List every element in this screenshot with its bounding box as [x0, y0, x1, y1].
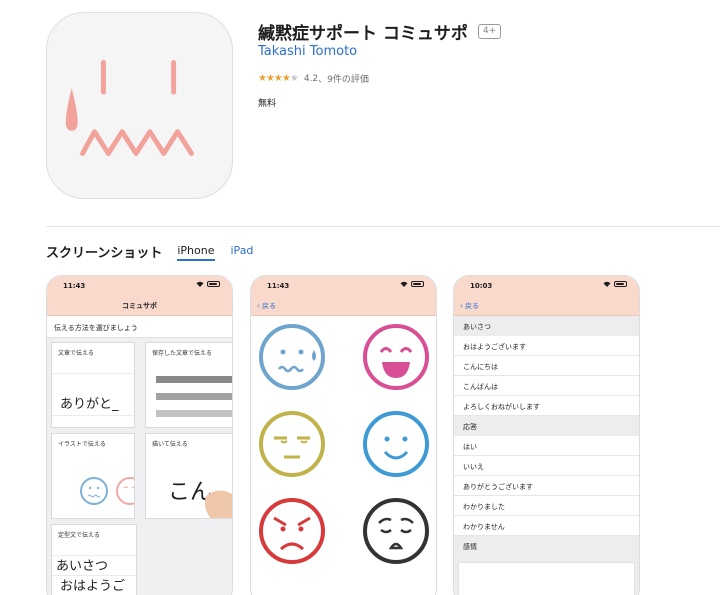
list-item[interactable]: いいえ: [454, 456, 639, 476]
status-bar: 10:03: [454, 276, 639, 296]
screenshot-3[interactable]: 10:03 ‹ 戻る あいさつ おはようございます こんにちは こんばんは よろ…: [453, 275, 640, 595]
phrase-list: あいさつ おはようございます こんにちは こんばんは よろしくおねがいします 応…: [454, 316, 639, 595]
status-icons: [400, 281, 424, 287]
tile-rule: [52, 415, 134, 416]
partial-face-icon[interactable]: [257, 584, 327, 595]
battery-icon: [411, 281, 424, 287]
laughing-face-icon[interactable]: [361, 322, 431, 392]
drawing-tile[interactable]: 描いて伝える こん: [145, 433, 232, 519]
nav-bar: コミュサポ: [47, 296, 232, 316]
price-label: 無料: [258, 99, 277, 109]
illustration-grid: [251, 316, 436, 595]
template-tile[interactable]: 定型文で伝える あいさつ おはようご: [51, 524, 137, 595]
app-icon: [46, 12, 233, 199]
wifi-icon: [603, 281, 611, 287]
rating-value: 4.2: [303, 73, 319, 84]
tile-sample-text: おはようご: [60, 579, 126, 594]
list-section-header: 感情: [454, 536, 639, 556]
platform-tabs: iPhone iPad: [177, 244, 269, 261]
status-icons: [196, 281, 220, 287]
text-tile[interactable]: 文章で伝える ありがと_: [51, 342, 135, 428]
status-bar: 11:43: [251, 276, 436, 296]
status-icons: [603, 281, 627, 287]
tab-ipad[interactable]: iPad: [231, 244, 254, 261]
list-item[interactable]: こんにちは: [454, 356, 639, 376]
back-label: 戻る: [262, 302, 277, 310]
section-divider: [46, 226, 720, 227]
nav-title: コミュサポ: [122, 302, 157, 310]
faces-icon: [80, 477, 134, 505]
battery-icon: [614, 281, 627, 287]
status-time: 11:43: [63, 282, 86, 290]
back-label: 戻る: [465, 302, 480, 310]
tile-rule: [52, 373, 134, 374]
status-time: 10:03: [470, 282, 493, 290]
saved-text-tile[interactable]: 保存した文章で伝える: [145, 342, 232, 428]
empty-section: [454, 556, 639, 595]
age-rating-badge: 4+: [477, 24, 502, 39]
tab-iphone[interactable]: iPhone: [177, 244, 215, 261]
list-section-header: あいさつ: [454, 316, 639, 336]
list-section-header: 応答: [454, 416, 639, 436]
tile-label: 文章で伝える: [58, 350, 94, 357]
menu-screen: 伝える方法を選びましょう 文章で伝える ありがと_ 保存した文章で伝える イラス…: [47, 316, 232, 595]
pen-hand-icon: [204, 490, 232, 518]
unimpressed-face-icon[interactable]: [257, 409, 327, 479]
list-item[interactable]: わかりません: [454, 516, 639, 536]
list-item[interactable]: こんばんは: [454, 376, 639, 396]
tile-sample-text: ありがと_: [60, 397, 119, 412]
nav-bar: ‹ 戻る: [454, 296, 639, 316]
wifi-icon: [196, 281, 204, 287]
screenshot-1[interactable]: 11:43 コミュサポ 伝える方法を選びましょう 文章で伝える ありがと_ 保存…: [46, 275, 233, 595]
list-item[interactable]: おはようございます: [454, 336, 639, 356]
tile-sample-text: あいさつ: [56, 559, 109, 574]
list-item[interactable]: よろしくおねがいします: [454, 396, 639, 416]
troubled-face-icon[interactable]: [361, 496, 431, 566]
smiling-face-icon[interactable]: [361, 409, 431, 479]
status-bar: 11:43: [47, 276, 232, 296]
illustration-tile[interactable]: イラストで伝える: [51, 433, 135, 519]
developer-link[interactable]: Takashi Tomoto: [258, 44, 357, 59]
tile-label: 定型文で伝える: [58, 532, 100, 539]
screenshots-title: スクリーンショット: [46, 246, 163, 261]
rating-row: ★★★★★ 4.2 、9件の評価: [258, 72, 369, 85]
list-item[interactable]: はい: [454, 436, 639, 456]
back-button[interactable]: ‹ 戻る: [460, 301, 479, 311]
list-item[interactable]: ありがとうございます: [454, 476, 639, 496]
screenshots-header: スクリーンショット iPhone iPad: [46, 242, 269, 261]
screenshot-2[interactable]: 11:43 ‹ 戻る: [250, 275, 437, 595]
rating-count: 、9件の評価: [318, 75, 369, 85]
wifi-icon: [400, 281, 408, 287]
stacked-lines-icon: [156, 376, 232, 417]
list-item[interactable]: わかりました: [454, 496, 639, 516]
partial-face-icon[interactable]: [361, 584, 431, 595]
star-rating-icon: ★★★★★: [258, 73, 299, 84]
back-button[interactable]: ‹ 戻る: [257, 301, 276, 311]
app-title: 緘黙症サポート コミュサポ: [258, 24, 468, 44]
angry-face-icon[interactable]: [257, 496, 327, 566]
tearful-grimace-face-icon: [65, 59, 194, 156]
worried-face-icon[interactable]: [257, 322, 327, 392]
battery-icon: [207, 281, 220, 287]
app-title-row: 緘黙症サポート コミュサポ 4+: [258, 19, 502, 44]
nav-bar: ‹ 戻る: [251, 296, 436, 316]
status-time: 11:43: [267, 282, 290, 290]
instruction-text: 伝える方法を選びましょう: [47, 316, 232, 338]
empty-card: [458, 562, 635, 595]
